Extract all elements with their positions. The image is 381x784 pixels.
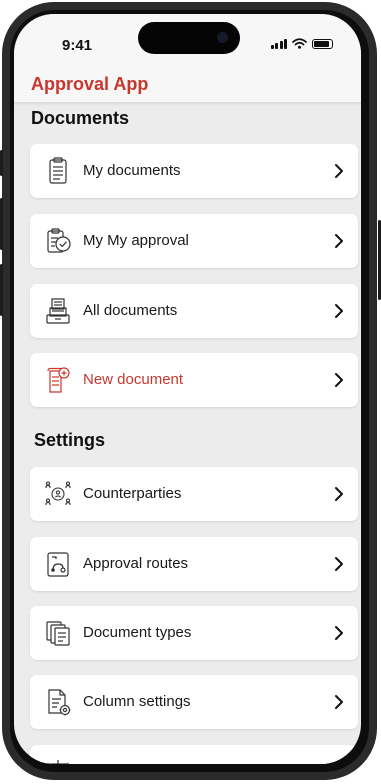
section-title-documents: Documents bbox=[31, 108, 130, 128]
document-types-icon bbox=[46, 621, 70, 646]
menu-item-label: All documents bbox=[83, 302, 178, 319]
menu-item-approval-routes[interactable]: Approval routes bbox=[30, 537, 358, 591]
approval-icon bbox=[47, 228, 71, 253]
screen: 9:41 Approval App Documents My documents bbox=[14, 14, 361, 764]
menu-item-label: My My approval bbox=[83, 232, 189, 249]
menu-item-label: Counterparties bbox=[83, 485, 182, 502]
app-header: Approval App bbox=[14, 60, 361, 103]
column-settings-icon bbox=[48, 689, 71, 716]
document-stack-icon bbox=[46, 298, 70, 324]
app-title: Approval App bbox=[31, 74, 149, 94]
menu-item-my-documents[interactable]: My documents bbox=[30, 144, 358, 198]
menu-item-label: Document types bbox=[83, 624, 192, 641]
menu-item-partial[interactable] bbox=[30, 745, 358, 764]
section-title-settings: Settings bbox=[34, 430, 106, 450]
menu-item-label: Column settings bbox=[83, 693, 191, 710]
scales-icon bbox=[47, 760, 69, 764]
chevron-right-icon bbox=[335, 487, 343, 501]
cellular-signal-icon bbox=[270, 38, 287, 49]
menu-item-new-document[interactable]: New document bbox=[30, 353, 358, 407]
chevron-right-icon bbox=[335, 164, 343, 178]
route-icon bbox=[47, 552, 69, 577]
menu-item-label: Approval routes bbox=[83, 555, 189, 572]
chevron-right-icon bbox=[335, 626, 343, 640]
action-button bbox=[0, 150, 3, 176]
chevron-right-icon bbox=[335, 373, 343, 387]
menu-item-column-settings[interactable]: Column settings bbox=[30, 675, 358, 729]
status-bar: 9:41 bbox=[14, 14, 361, 60]
wifi-icon bbox=[292, 38, 307, 49]
volume-down-button bbox=[0, 264, 3, 316]
chevron-right-icon bbox=[335, 557, 343, 571]
chevron-right-icon bbox=[335, 695, 343, 709]
chevron-right-icon bbox=[335, 304, 343, 318]
menu-item-document-types[interactable]: Document types bbox=[30, 606, 358, 660]
document-icon bbox=[49, 157, 67, 184]
volume-up-button bbox=[0, 198, 3, 250]
battery-icon bbox=[312, 39, 333, 49]
new-document-icon bbox=[47, 367, 70, 393]
chevron-right-icon bbox=[335, 234, 343, 248]
menu-item-my-approval[interactable]: My My approval bbox=[30, 214, 358, 268]
counterparties-icon bbox=[45, 481, 71, 505]
status-time: 9:41 bbox=[62, 37, 93, 54]
menu-item-label: New document bbox=[83, 371, 184, 388]
camera-icon bbox=[217, 32, 228, 43]
menu-item-label: My documents bbox=[83, 162, 181, 179]
dynamic-island bbox=[138, 22, 240, 54]
menu-item-all-documents[interactable]: All documents bbox=[30, 284, 358, 338]
status-icons bbox=[270, 38, 333, 49]
menu-item-counterparties[interactable]: Counterparties bbox=[30, 467, 358, 521]
